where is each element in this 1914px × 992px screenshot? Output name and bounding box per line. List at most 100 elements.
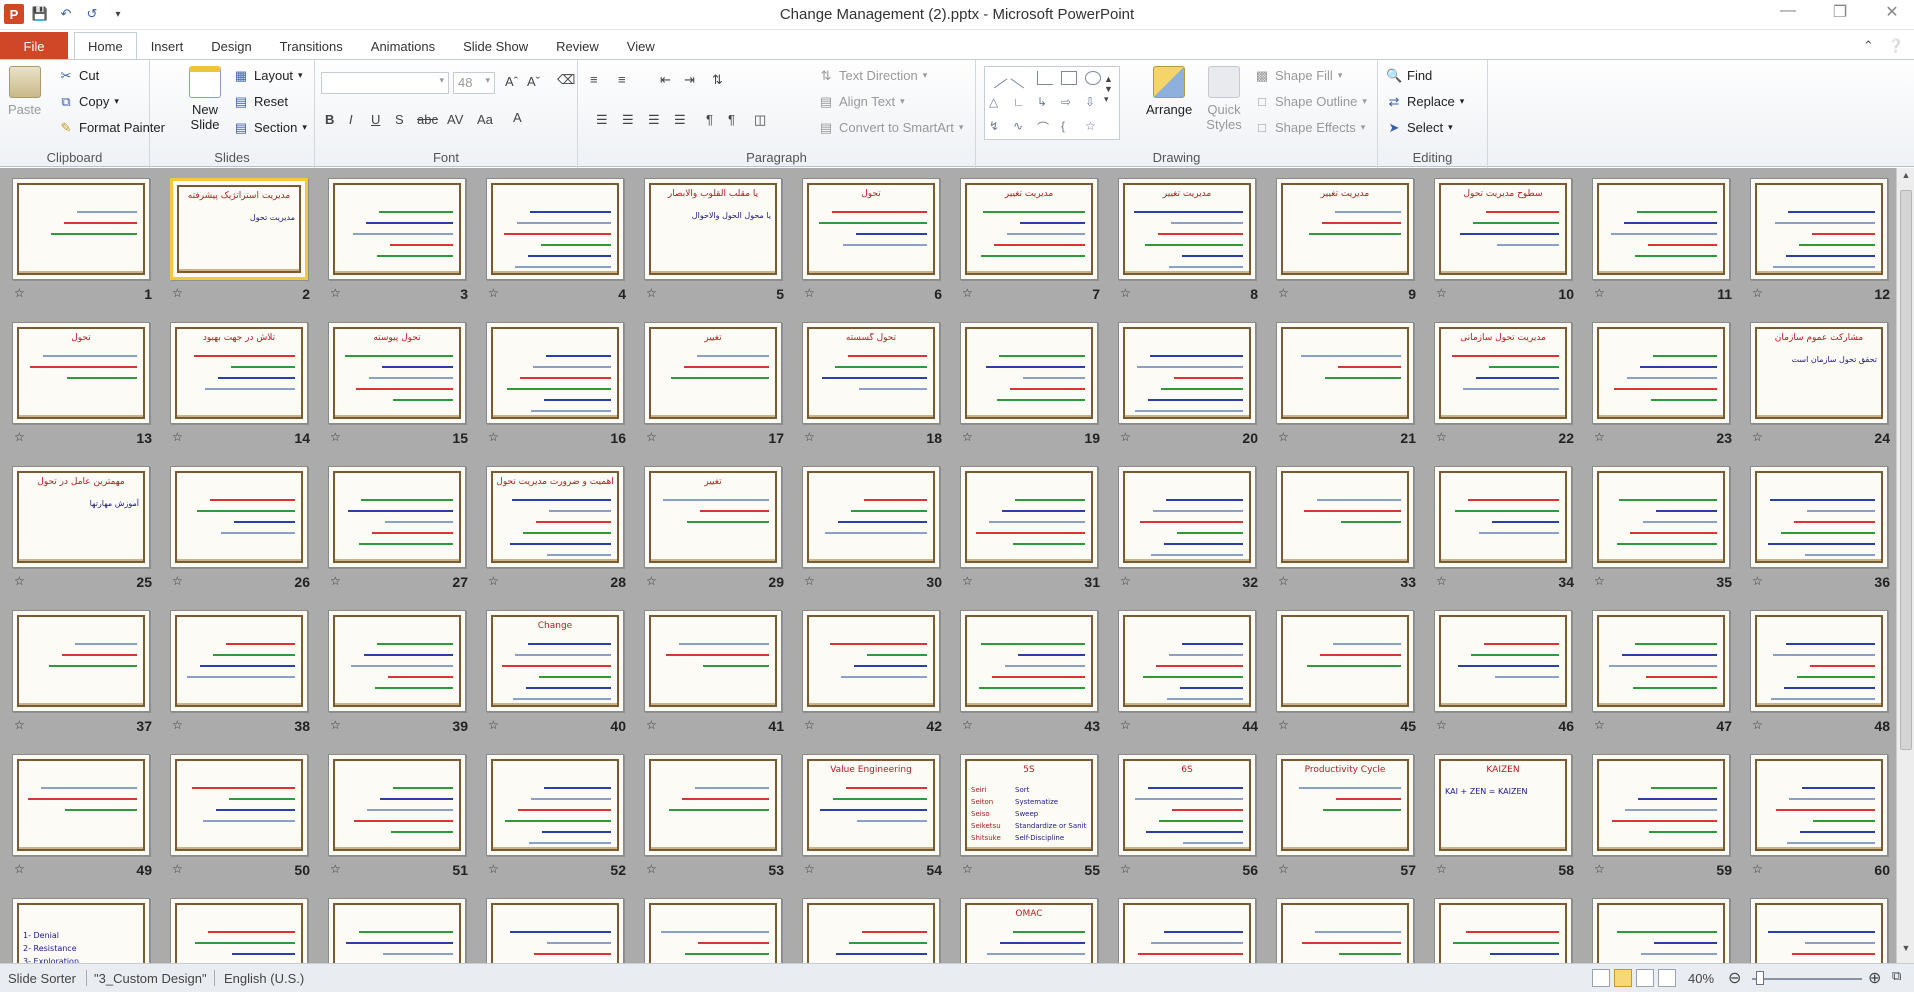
slide-transition-icon[interactable]: ☆ — [962, 574, 973, 588]
replace-button[interactable]: ⇄ Replace ▾ — [1386, 94, 1465, 109]
slide-transition-icon[interactable]: ☆ — [1752, 718, 1763, 732]
clear-formatting-icon[interactable]: ⌫ — [557, 72, 575, 88]
italic-icon[interactable]: I — [349, 112, 353, 127]
theme-name[interactable]: "3_Custom Design" — [94, 971, 207, 986]
ltr-icon[interactable]: ¶ — [706, 112, 713, 127]
zoom-in-icon[interactable]: ⊕ — [1868, 968, 1881, 988]
slide-thumbnail[interactable]: تلاش در جهت بهبود — [170, 322, 308, 424]
bullets-icon[interactable]: ≡ — [590, 72, 598, 87]
down-arrow-shape-icon[interactable]: ⇩ — [1085, 95, 1101, 109]
slide-sorter-view-icon[interactable] — [1614, 969, 1632, 987]
slide-thumbnail[interactable] — [12, 178, 150, 280]
slide-transition-icon[interactable]: ☆ — [330, 718, 341, 732]
slide-transition-icon[interactable]: ☆ — [646, 286, 657, 300]
slide-transition-icon[interactable]: ☆ — [172, 718, 183, 732]
slide-transition-icon[interactable]: ☆ — [646, 718, 657, 732]
zoom-slider[interactable] — [1752, 978, 1862, 980]
format-painter-button[interactable]: ✎ Format Painter — [58, 120, 165, 135]
slide-transition-icon[interactable]: ☆ — [1120, 574, 1131, 588]
slide-transition-icon[interactable]: ☆ — [804, 718, 815, 732]
shadow-icon[interactable]: S — [395, 112, 404, 127]
change-case-icon[interactable]: Aa — [477, 112, 493, 127]
slide-thumbnail[interactable] — [960, 322, 1098, 424]
slide-transition-icon[interactable]: ☆ — [330, 574, 341, 588]
zoom-slider-thumb[interactable] — [1756, 971, 1764, 985]
slide-transition-icon[interactable]: ☆ — [1120, 430, 1131, 444]
slide-transition-icon[interactable]: ☆ — [1752, 574, 1763, 588]
slide-transition-icon[interactable]: ☆ — [14, 286, 25, 300]
slide-transition-icon[interactable]: ☆ — [1594, 430, 1605, 444]
normal-view-icon[interactable] — [1592, 969, 1610, 987]
cut-button[interactable]: ✂ Cut — [58, 68, 100, 83]
slide-thumbnail[interactable] — [1592, 754, 1730, 856]
right-arrow-shape-icon[interactable]: ⇨ — [1061, 95, 1077, 109]
slide-thumbnail[interactable]: 5S Seiri Sort Seiton Systematize Seiso Sweep Se… — [960, 754, 1098, 856]
font-size-field[interactable]: 48 ▾ — [453, 72, 495, 94]
slide-thumbnail[interactable] — [1592, 898, 1730, 963]
select-button[interactable]: ➤ Select ▾ — [1386, 120, 1453, 135]
slide-thumbnail[interactable] — [644, 610, 782, 712]
slide-transition-icon[interactable]: ☆ — [1752, 430, 1763, 444]
reading-view-icon[interactable] — [1636, 969, 1654, 987]
tab-file[interactable]: File — [0, 32, 68, 60]
slide-thumbnail[interactable] — [486, 322, 624, 424]
freeform-shape-icon[interactable]: ↯ — [989, 119, 1005, 133]
slide-thumbnail[interactable] — [328, 178, 466, 280]
slide-thumbnail[interactable] — [328, 610, 466, 712]
slide-transition-icon[interactable]: ☆ — [1278, 574, 1289, 588]
slide-thumbnail[interactable] — [1434, 898, 1572, 963]
slide-transition-icon[interactable]: ☆ — [804, 286, 815, 300]
slide-thumbnail[interactable] — [1118, 466, 1256, 568]
slide-thumbnail[interactable] — [1750, 178, 1888, 280]
slide-thumbnail[interactable] — [170, 466, 308, 568]
triangle-shape-icon[interactable]: △ — [989, 95, 1005, 109]
slide-transition-icon[interactable]: ☆ — [172, 574, 183, 588]
quick-styles-button[interactable]: Quick Styles — [1202, 66, 1246, 132]
text-direction-button[interactable]: ⇅ Text Direction ▾ — [818, 68, 928, 83]
slide-thumbnail[interactable]: تحول پیوسته — [328, 322, 466, 424]
layout-button[interactable]: ▦ Layout ▾ — [233, 68, 303, 83]
slide-thumbnail[interactable] — [1750, 754, 1888, 856]
slide-thumbnail[interactable] — [644, 754, 782, 856]
slide-transition-icon[interactable]: ☆ — [646, 574, 657, 588]
tab-home[interactable]: Home — [74, 32, 137, 60]
slide-transition-icon[interactable]: ☆ — [1594, 862, 1605, 876]
paste-button[interactable]: Paste — [8, 66, 41, 117]
slide-transition-icon[interactable]: ☆ — [330, 862, 341, 876]
slide-transition-icon[interactable]: ☆ — [1436, 286, 1447, 300]
zoom-out-icon[interactable]: ⊖ — [1728, 968, 1741, 988]
oval-shape-icon[interactable] — [1085, 71, 1101, 85]
language-indicator[interactable]: English (U.S.) — [224, 971, 304, 986]
slide-thumbnail[interactable]: مدیریت تغییر — [1118, 178, 1256, 280]
grow-font-icon[interactable]: Aˆ — [505, 74, 518, 89]
slide-transition-icon[interactable]: ☆ — [1594, 574, 1605, 588]
slide-thumbnail[interactable] — [12, 754, 150, 856]
brace-shape-icon[interactable]: { — [1061, 119, 1077, 133]
slide-transition-icon[interactable]: ☆ — [172, 862, 183, 876]
slide-transition-icon[interactable]: ☆ — [488, 430, 499, 444]
slide-thumbnail[interactable] — [1750, 898, 1888, 963]
slide-thumbnail[interactable] — [328, 466, 466, 568]
slide-thumbnail[interactable] — [486, 178, 624, 280]
character-spacing-icon[interactable]: AV — [447, 112, 463, 127]
minimize-icon[interactable]: — — [1776, 2, 1800, 22]
slide-transition-icon[interactable]: ☆ — [962, 718, 973, 732]
slide-thumbnail[interactable] — [1276, 898, 1414, 963]
slide-thumbnail[interactable] — [1592, 466, 1730, 568]
slide-thumbnail[interactable] — [644, 898, 782, 963]
fit-to-window-icon[interactable]: ⧉ — [1892, 968, 1901, 984]
slide-transition-icon[interactable]: ☆ — [1278, 862, 1289, 876]
section-button[interactable]: ▤ Section ▾ — [233, 120, 307, 135]
slide-transition-icon[interactable]: ☆ — [488, 862, 499, 876]
slide-thumbnail[interactable] — [1434, 466, 1572, 568]
arrow-shape-icon[interactable] — [1010, 67, 1032, 89]
slide-transition-icon[interactable]: ☆ — [646, 430, 657, 444]
slide-transition-icon[interactable]: ☆ — [1120, 718, 1131, 732]
columns-icon[interactable]: ◫ — [754, 112, 766, 128]
line-shape-icon[interactable] — [986, 67, 1008, 89]
align-text-button[interactable]: ▤ Align Text ▾ — [818, 94, 905, 109]
slide-thumbnail[interactable] — [802, 466, 940, 568]
slide-transition-icon[interactable]: ☆ — [1594, 286, 1605, 300]
slide-thumbnail[interactable]: اهمیت و ضرورت مدیریت تحول — [486, 466, 624, 568]
slide-transition-icon[interactable]: ☆ — [1436, 574, 1447, 588]
